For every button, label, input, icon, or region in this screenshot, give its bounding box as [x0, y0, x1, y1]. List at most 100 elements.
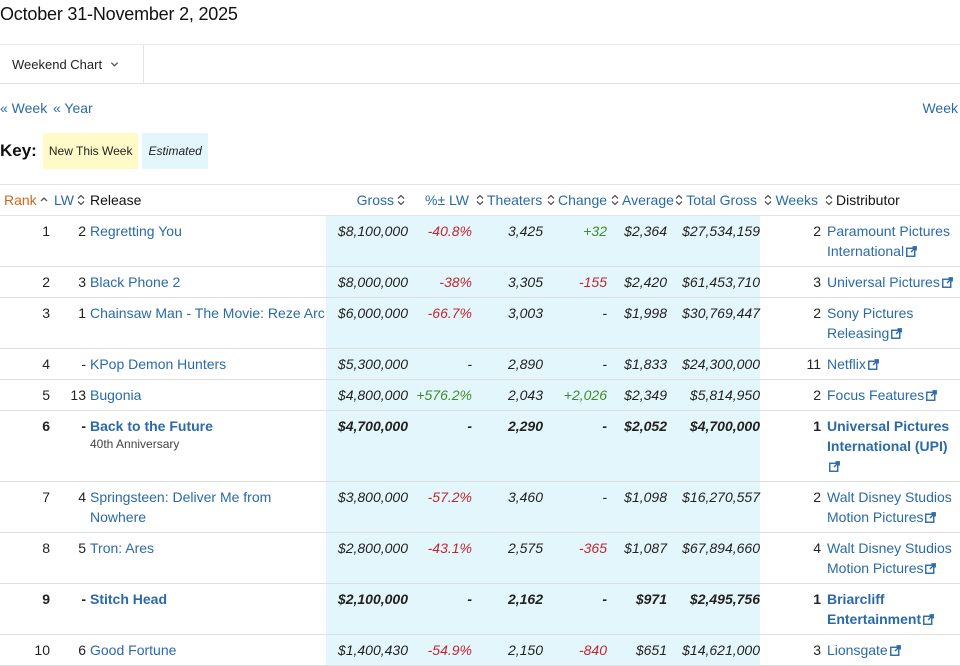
- header-average[interactable]: Average: [607, 184, 674, 216]
- release-link[interactable]: Back to the Future: [90, 418, 213, 434]
- gross-cell: $1,400,430: [337, 642, 408, 658]
- header-rank[interactable]: Rank: [0, 184, 50, 216]
- weeks-cell: 1: [813, 591, 821, 607]
- total-gross-cell: $27,534,159: [682, 223, 760, 239]
- average-cell: $651: [635, 642, 667, 658]
- header-change[interactable]: Change: [543, 184, 607, 216]
- total-gross-cell: $2,495,756: [689, 591, 760, 607]
- table-row: 6- Back to the Future 40th Anniversary $4,7…: [0, 410, 960, 482]
- rank-cell: 3: [42, 305, 50, 321]
- prev-week-link[interactable]: « Week: [0, 100, 47, 116]
- release-link[interactable]: Good Fortune: [90, 642, 176, 658]
- pct-lw-cell: -38%: [439, 274, 472, 290]
- prev-year-link[interactable]: « Year: [53, 100, 93, 116]
- release-link[interactable]: Black Phone 2: [90, 274, 180, 290]
- external-link-icon: [923, 614, 935, 625]
- release-link[interactable]: KPop Demon Hunters: [90, 356, 226, 372]
- sort-up-icon: [40, 197, 48, 202]
- pct-lw-cell: -: [467, 418, 472, 434]
- change-cell: -: [602, 489, 607, 505]
- header-lw[interactable]: LW: [50, 184, 86, 216]
- release-link[interactable]: Regretting You: [90, 223, 182, 239]
- sort-icon: [476, 194, 484, 205]
- distributor-link[interactable]: Netflix: [827, 356, 879, 372]
- change-cell: -: [602, 356, 607, 372]
- page-title: October 31-November 2, 2025: [0, 4, 238, 24]
- key-estimated: Estimated: [142, 133, 208, 169]
- external-link-icon: [906, 246, 917, 257]
- sort-icon: [611, 194, 619, 205]
- gross-cell: $5,300,000: [337, 356, 408, 372]
- header-pct-lw[interactable]: %± LW: [408, 184, 472, 216]
- average-cell: $971: [635, 591, 667, 607]
- external-link-icon: [941, 277, 953, 288]
- total-gross-cell: $61,453,710: [682, 274, 760, 290]
- rank-cell: 2: [42, 274, 50, 290]
- weeks-cell: 3: [813, 642, 821, 658]
- lw-cell: -: [81, 356, 86, 372]
- change-cell: -365: [578, 540, 607, 556]
- weeks-cell: 2: [813, 387, 821, 403]
- header-theaters[interactable]: Theaters: [472, 184, 543, 216]
- theaters-cell: 2,575: [507, 540, 543, 556]
- distributor-link[interactable]: Lionsgate: [827, 642, 901, 658]
- distributor-link[interactable]: Walt Disney Studios Motion Pictures: [827, 540, 952, 576]
- gross-cell: $8,100,000: [337, 223, 408, 239]
- release-link[interactable]: Stitch Head: [90, 591, 167, 607]
- sort-icon: [764, 194, 772, 205]
- pct-lw-cell: -66.7%: [427, 305, 472, 321]
- chart-select-bar: Weekend Chart: [0, 44, 960, 84]
- release-link[interactable]: Bugonia: [90, 387, 141, 403]
- header-weeks[interactable]: Weeks: [760, 184, 821, 216]
- total-gross-cell: $16,270,557: [682, 489, 760, 505]
- distributor-link[interactable]: Universal Pictures: [827, 274, 953, 290]
- total-gross-cell: $24,300,000: [682, 356, 760, 372]
- release-link[interactable]: Springsteen: Deliver Me from Nowhere: [90, 489, 271, 525]
- distributor-link[interactable]: Walt Disney Studios Motion Pictures: [827, 489, 952, 525]
- table-row: 7 4 Springsteen: Deliver Me from Nowhere $3…: [0, 481, 960, 533]
- average-cell: $2,349: [624, 387, 667, 403]
- release-link[interactable]: Tron: Ares: [90, 540, 154, 556]
- weeks-cell: 2: [813, 489, 821, 505]
- distributor-link[interactable]: Sony Pictures Releasing: [827, 305, 913, 341]
- lw-cell: 4: [78, 489, 86, 505]
- distributor-link[interactable]: Briarcliff Entertainment: [827, 591, 935, 627]
- chart-type-dropdown[interactable]: Weekend Chart: [0, 45, 144, 83]
- average-cell: $2,364: [624, 223, 667, 239]
- key-label: Key:: [0, 141, 37, 160]
- gross-cell: $3,800,000: [337, 489, 408, 505]
- external-link-icon: [926, 390, 938, 401]
- average-cell: $1,833: [624, 356, 667, 372]
- legend-key: Key: New This Week Estimated: [0, 133, 212, 169]
- release-link[interactable]: Chainsaw Man - The Movie: Reze Arc: [90, 305, 325, 321]
- box-office-table: Rank LW Release Gross %± LW Theaters Cha…: [0, 184, 960, 666]
- distributor-link[interactable]: Focus Features: [827, 387, 938, 403]
- header-gross[interactable]: Gross: [326, 184, 408, 216]
- table-row: 9- Stitch Head $2,100,000-2,162- $971 $2,495…: [0, 583, 960, 635]
- lw-cell: 2: [78, 223, 86, 239]
- rank-cell: 5: [42, 387, 50, 403]
- header-distributor[interactable]: Distributor: [821, 184, 960, 216]
- rank-cell: 4: [42, 356, 50, 372]
- table-row: 1 2 Regretting You $8,100,000 -40.8% 3,425 +32…: [0, 215, 960, 267]
- chart-type-label: Weekend Chart: [12, 56, 103, 72]
- external-link-icon: [889, 645, 901, 656]
- next-week-link[interactable]: Week: [922, 100, 958, 116]
- lw-cell: 1: [78, 305, 86, 321]
- lw-cell: 5: [78, 540, 86, 556]
- rank-cell: 6: [42, 418, 50, 434]
- pct-lw-cell: -40.8%: [427, 223, 472, 239]
- header-release[interactable]: Release: [86, 184, 326, 216]
- theaters-cell: 2,043: [507, 387, 543, 403]
- lw-cell: -: [81, 591, 86, 607]
- average-cell: $1,098: [624, 489, 667, 505]
- weeks-cell: 3: [813, 274, 821, 290]
- change-cell: +32: [583, 223, 607, 239]
- header-total-gross[interactable]: Total Gross: [667, 184, 760, 216]
- distributor-link[interactable]: Universal Pictures International (UPI): [827, 418, 949, 474]
- gross-cell: $2,100,000: [337, 591, 408, 607]
- change-cell: -: [602, 305, 607, 321]
- total-gross-cell: $4,700,000: [689, 418, 760, 434]
- distributor-link[interactable]: Paramount Pictures International: [827, 223, 950, 259]
- change-cell: -: [602, 591, 607, 607]
